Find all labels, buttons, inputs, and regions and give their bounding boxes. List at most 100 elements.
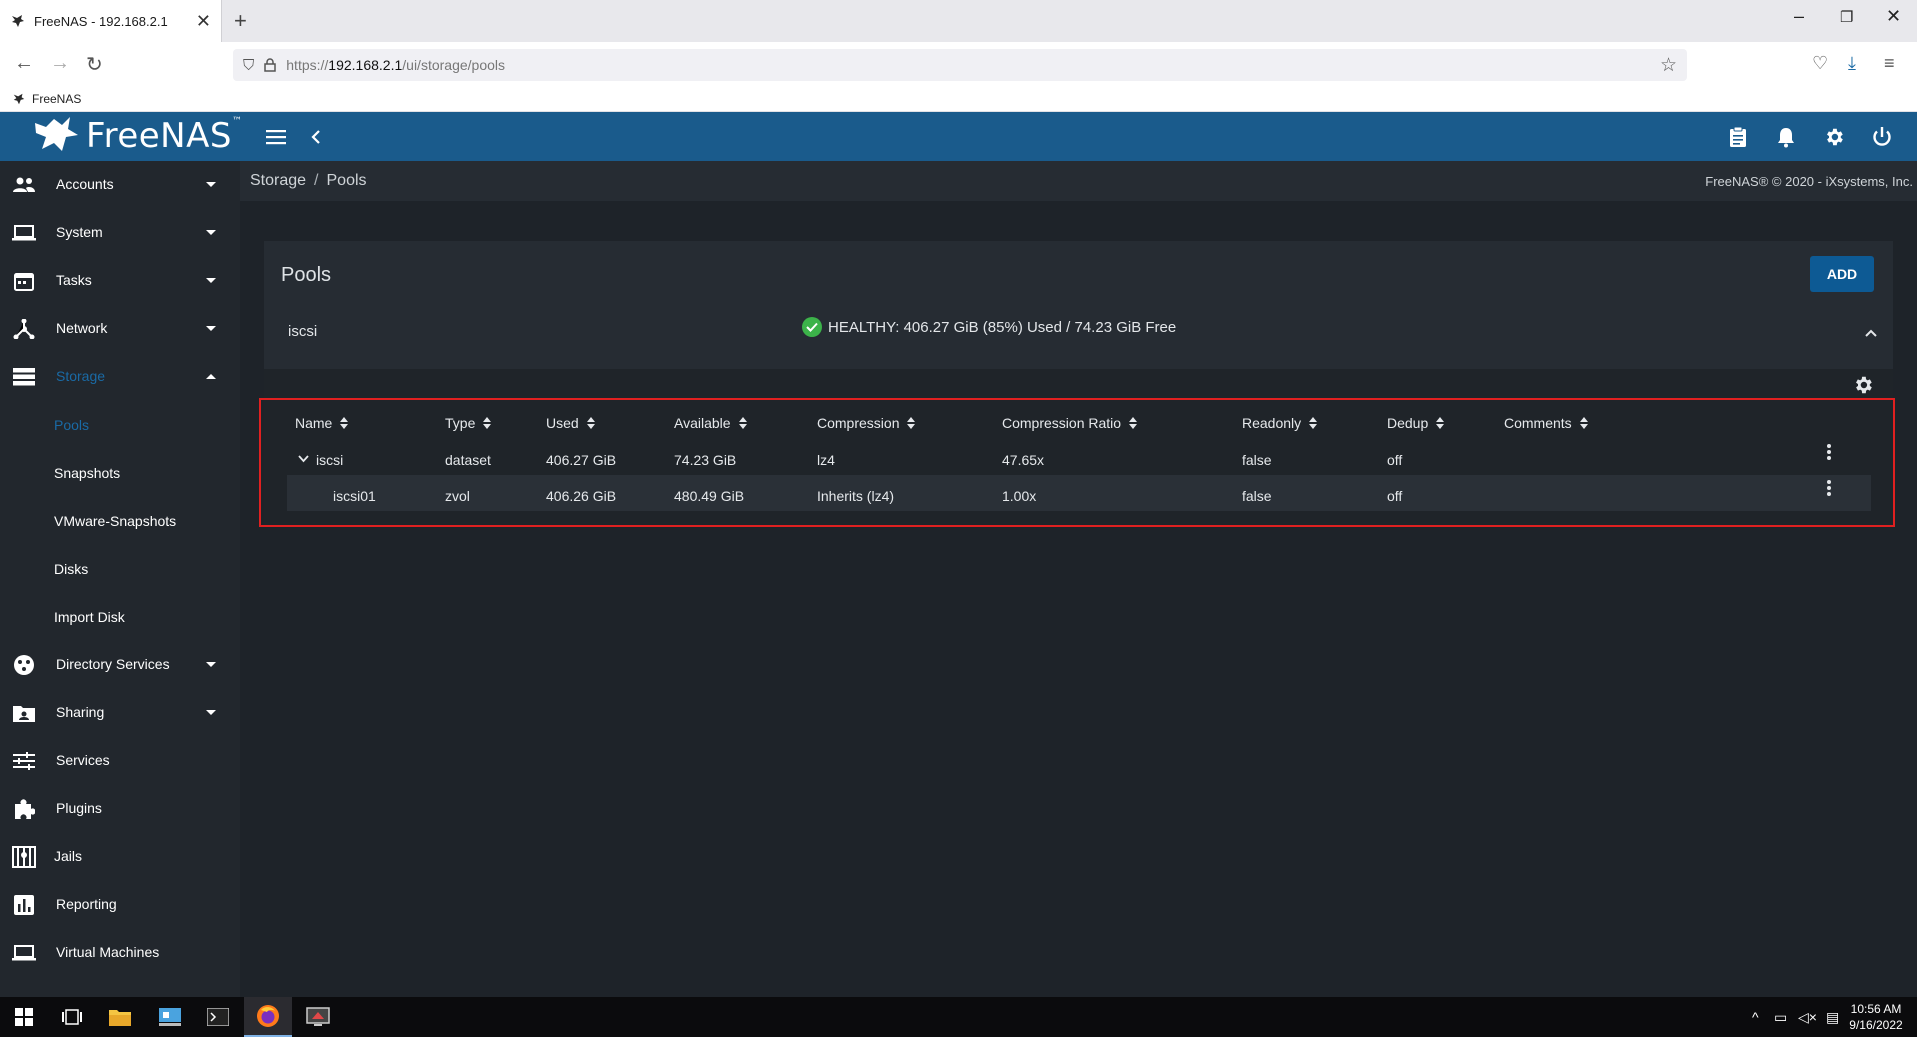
sidebar-item-storage[interactable]: Storage: [0, 353, 240, 401]
cell-readonly: false: [1242, 452, 1272, 468]
reload-icon[interactable]: ↻: [86, 52, 103, 77]
window-close-icon[interactable]: ✕: [1886, 6, 1901, 27]
column-header-dedup[interactable]: Dedup: [1387, 415, 1445, 431]
cell-used: 406.27 GiB: [546, 452, 617, 468]
sidebar-sub-snapshots[interactable]: Snapshots: [54, 465, 120, 481]
remote-desktop-icon[interactable]: [294, 997, 342, 1037]
new-tab-icon[interactable]: +: [234, 8, 247, 34]
column-header-comments[interactable]: Comments: [1504, 415, 1588, 431]
add-pool-button[interactable]: ADD: [1810, 256, 1874, 292]
column-header-compression-ratio[interactable]: Compression Ratio: [1002, 415, 1138, 431]
copyright-text: FreeNAS® © 2020 - iXsystems, Inc.: [1705, 174, 1913, 189]
server-manager-icon[interactable]: [146, 997, 194, 1037]
collapse-sidebar-icon[interactable]: [302, 123, 330, 151]
column-header-name[interactable]: Name: [295, 415, 349, 431]
pool-settings-gear-icon[interactable]: [1852, 374, 1874, 396]
sidebar-item-network[interactable]: Network: [0, 305, 240, 353]
pocket-icon[interactable]: ♡: [1812, 53, 1828, 74]
sidebar-item-virtual-machines[interactable]: Virtual Machines: [0, 929, 240, 977]
download-icon[interactable]: ⤓: [1848, 53, 1856, 74]
power-icon[interactable]: [1868, 123, 1896, 151]
browser-tab[interactable]: FreeNAS - 192.168.2.1 ✕: [0, 0, 222, 42]
back-icon[interactable]: ←: [14, 52, 34, 75]
column-header-compression[interactable]: Compression: [817, 415, 916, 431]
browser-tab-bar: FreeNAS - 192.168.2.1 ✕ + – ❐ ✕: [0, 0, 1917, 42]
url-path: /ui/storage/pools: [402, 57, 505, 73]
address-bar[interactable]: ⛉ https://192.168.2.1/ui/storage/pools ☆: [233, 49, 1687, 81]
network-tray-icon[interactable]: ▭: [1774, 1009, 1787, 1026]
sort-icon: [1309, 417, 1318, 429]
breadcrumb-pools: Pools: [326, 172, 367, 189]
volume-muted-icon[interactable]: ◁×: [1798, 1009, 1817, 1026]
chevron-down-icon[interactable]: [298, 455, 309, 463]
file-explorer-icon[interactable]: [96, 997, 144, 1037]
hamburger-menu-icon[interactable]: [262, 123, 290, 151]
column-header-available[interactable]: Available: [674, 415, 747, 431]
column-header-used[interactable]: Used: [546, 415, 595, 431]
sidebar-item-jails[interactable]: Jails: [0, 833, 240, 881]
sidebar-item-accounts[interactable]: Accounts: [0, 161, 240, 209]
column-header-type[interactable]: Type: [445, 415, 492, 431]
sidebar-sub-vmware-snapshots[interactable]: VMware-Snapshots: [54, 513, 176, 529]
freenas-shark-icon: [35, 117, 78, 151]
sort-icon: [907, 417, 916, 429]
windows-start-icon[interactable]: [0, 997, 48, 1037]
sidebar-item-plugins[interactable]: Plugins: [0, 785, 240, 833]
task-view-icon[interactable]: [48, 997, 96, 1037]
url-prefix: https://: [286, 57, 329, 73]
laptop-icon: [12, 223, 36, 243]
cell-type: dataset: [445, 452, 491, 468]
directory-icon: [12, 655, 36, 675]
chevron-down-icon: [206, 182, 216, 187]
windows-taskbar: ^ ▭ ◁× ▤ 10:56 AM 9/16/2022: [0, 997, 1917, 1037]
column-header-readonly[interactable]: Readonly: [1242, 415, 1318, 431]
sidebar-item-directory-services[interactable]: Directory Services: [0, 641, 240, 689]
sidebar-item-sharing[interactable]: Sharing: [0, 689, 240, 737]
sidebar-item-services[interactable]: Services: [0, 737, 240, 785]
restore-icon[interactable]: ❐: [1840, 8, 1853, 26]
sort-icon: [586, 417, 595, 429]
table-row[interactable]: iscsi dataset 406.27 GiB 74.23 GiB lz4 4…: [287, 441, 1871, 477]
calendar-icon: [12, 271, 36, 291]
pool-header-row[interactable]: iscsi HEALTHY: 406.27 GiB (85%) Used / 7…: [264, 301, 1893, 357]
minimize-icon[interactable]: –: [1794, 6, 1804, 27]
clock-date: 9/16/2022: [1849, 1018, 1903, 1032]
pool-status: HEALTHY: 406.27 GiB (85%) Used / 74.23 G…: [802, 317, 1176, 337]
freenas-favicon-icon: [12, 15, 24, 27]
sidebar-sub-pools[interactable]: Pools: [54, 417, 89, 433]
sidebar-item-reporting[interactable]: Reporting: [0, 881, 240, 929]
cell-compression-ratio: 1.00x: [1002, 488, 1037, 504]
sidebar-sub-import-disk[interactable]: Import Disk: [54, 609, 125, 625]
notifications-bell-icon[interactable]: [1772, 123, 1800, 151]
network-icon: [12, 319, 36, 339]
sort-icon: [1129, 417, 1138, 429]
sidebar-item-tasks[interactable]: Tasks: [0, 257, 240, 305]
forward-icon[interactable]: →: [50, 52, 70, 75]
taskbar-clock[interactable]: 10:56 AM 9/16/2022: [1836, 1001, 1916, 1033]
settings-gear-icon[interactable]: [1820, 123, 1848, 151]
sort-icon: [483, 417, 492, 429]
row-actions-icon[interactable]: [1827, 444, 1831, 462]
breadcrumb: Storage / Pools: [250, 172, 367, 189]
freenas-logo[interactable]: FreeNAS™: [32, 115, 242, 157]
chart-icon: [12, 895, 36, 915]
breadcrumb-storage[interactable]: Storage: [250, 172, 306, 189]
firefox-icon[interactable]: [244, 997, 292, 1037]
row-actions-icon[interactable]: [1827, 480, 1831, 498]
table-row[interactable]: iscsi01 zvol 406.26 GiB 480.49 GiB Inher…: [287, 475, 1871, 511]
chevron-down-icon: [206, 230, 216, 235]
cell-compression-ratio: 47.65x: [1002, 452, 1045, 468]
sidebar-sub-disks[interactable]: Disks: [54, 561, 88, 577]
sliders-icon: [12, 751, 36, 771]
close-tab-icon[interactable]: ✕: [196, 11, 211, 32]
breadcrumb-bar: Storage / Pools FreeNAS® © 2020 - iXsystem…: [240, 161, 1917, 201]
tray-chevron-up-icon[interactable]: ^: [1752, 1009, 1759, 1025]
menu-icon[interactable]: ≡: [1884, 53, 1895, 74]
terminal-icon[interactable]: [194, 997, 242, 1037]
chevron-up-icon[interactable]: [1864, 326, 1878, 340]
task-manager-icon[interactable]: [1724, 123, 1752, 151]
sidebar-item-system[interactable]: System: [0, 209, 240, 257]
bookmark-freenas[interactable]: FreeNAS: [32, 92, 81, 106]
bookmark-star-icon[interactable]: ☆: [1660, 54, 1677, 77]
sort-icon: [1436, 417, 1445, 429]
